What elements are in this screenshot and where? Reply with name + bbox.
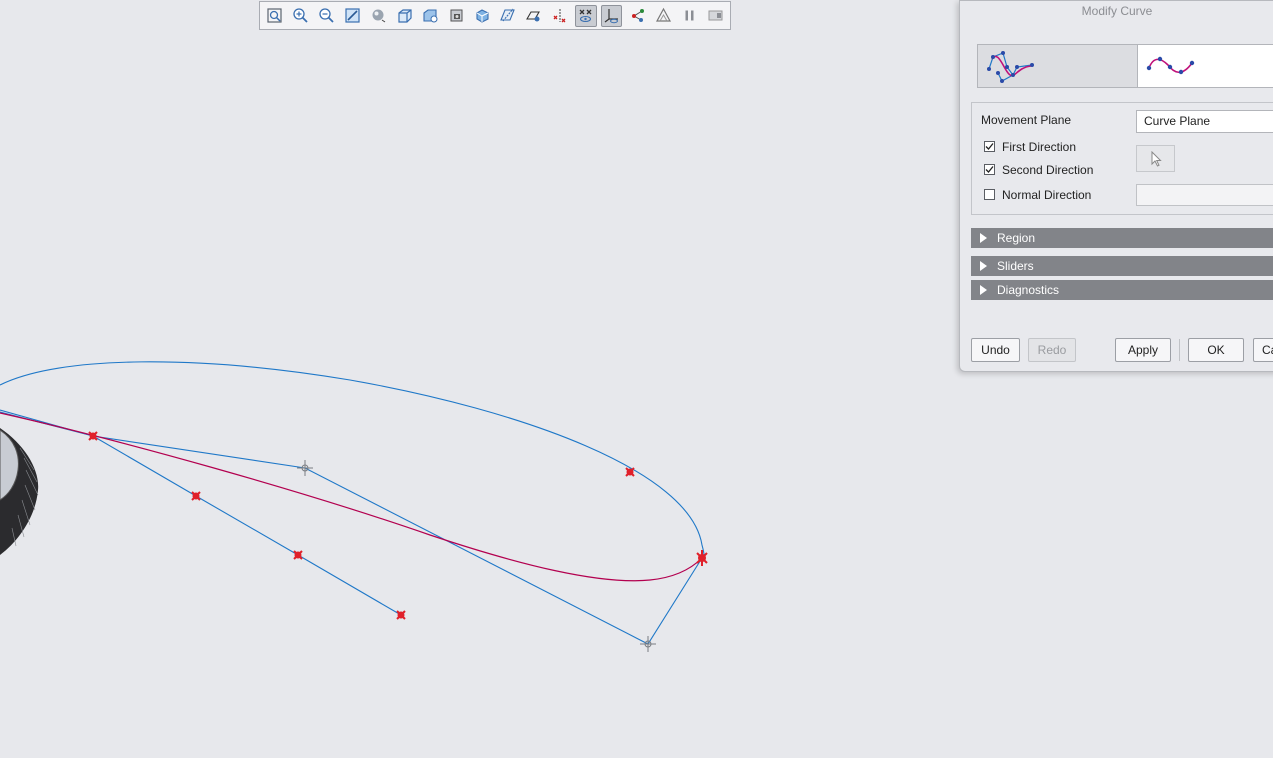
apply-button[interactable]: Apply (1115, 338, 1171, 362)
repaint-icon[interactable] (342, 5, 364, 27)
section-region[interactable]: Region (971, 228, 1273, 248)
mode-tabs (977, 44, 1273, 88)
normal-direction-field[interactable] (1136, 184, 1273, 206)
plane-display-icon[interactable] (497, 5, 519, 27)
saved-views-icon[interactable] (393, 5, 415, 27)
modified-curve[interactable] (0, 412, 703, 582)
select-reference-button[interactable] (1136, 145, 1175, 172)
interpolation-point[interactable] (625, 467, 635, 477)
second-direction-label: Second Direction (1002, 163, 1094, 177)
tab-control-polygon[interactable] (977, 44, 1139, 88)
control-polygon-upper[interactable] (0, 409, 703, 645)
movement-plane-select[interactable]: Curve Plane (1136, 110, 1273, 133)
section-region-label: Region (997, 231, 1036, 245)
movement-plane-label: Movement Plane (981, 113, 1072, 127)
control-point-crosshair[interactable] (640, 636, 656, 652)
interpolation-point[interactable] (293, 550, 303, 560)
cursor-arrow-icon (1151, 150, 1162, 167)
checkmark-icon (985, 166, 994, 173)
expand-arrow-icon (980, 285, 987, 295)
modify-curve-dialog: Modify Curve Movement Plane Curve Plane … (959, 0, 1273, 372)
annotation-display-icon[interactable] (626, 5, 648, 27)
control-polygon-lower[interactable] (0, 411, 402, 616)
blue-reference-curve[interactable] (0, 361, 705, 559)
first-direction-label: First Direction (1002, 140, 1077, 154)
simulation-display-icon[interactable] (652, 5, 674, 27)
spin-center-icon[interactable] (471, 5, 493, 27)
cancel-button[interactable]: Ca (1253, 338, 1273, 362)
zoom-in-icon[interactable] (290, 5, 312, 27)
second-direction-checkbox[interactable] (984, 164, 995, 175)
regenerate-icon[interactable] (704, 5, 726, 27)
ok-button[interactable]: OK (1188, 338, 1244, 362)
interpolation-points-icon (1147, 56, 1195, 75)
perspective-icon[interactable] (445, 5, 467, 27)
button-separator (1179, 339, 1180, 361)
point-display-icon[interactable] (549, 5, 571, 27)
dialog-title: Modify Curve (1081, 4, 1153, 18)
point-tag-display-icon[interactable] (574, 4, 597, 27)
refit-icon[interactable] (264, 5, 286, 27)
interpolation-point[interactable] (191, 491, 201, 501)
tab-interpolation-points[interactable] (1138, 44, 1273, 88)
expand-arrow-icon (980, 261, 987, 271)
section-sliders-label: Sliders (997, 259, 1034, 273)
tire-model (0, 428, 39, 555)
normal-direction-checkbox[interactable] (984, 189, 995, 200)
graphics-toolbar (259, 1, 731, 30)
checkmark-icon (985, 143, 994, 150)
control-point-crosshair[interactable] (297, 460, 313, 476)
expand-arrow-icon (980, 233, 987, 243)
display-style-icon[interactable] (368, 5, 390, 27)
interpolation-point[interactable] (88, 431, 98, 441)
pause-icon[interactable] (678, 5, 700, 27)
zoom-out-icon[interactable] (316, 5, 338, 27)
csys-display-icon[interactable] (600, 4, 623, 27)
undo-button[interactable]: Undo (971, 338, 1020, 362)
view-manager-icon[interactable] (419, 5, 441, 27)
section-diagnostics-label: Diagnostics (997, 283, 1060, 297)
interpolation-point[interactable] (396, 610, 406, 620)
section-diagnostics[interactable]: Diagnostics (971, 280, 1273, 300)
redo-button[interactable]: Redo (1028, 338, 1076, 362)
normal-direction-label: Normal Direction (1002, 188, 1092, 202)
axis-display-icon[interactable] (523, 5, 545, 27)
first-direction-checkbox[interactable] (984, 141, 995, 152)
control-polygon-icon (987, 51, 1034, 83)
section-sliders[interactable]: Sliders (971, 256, 1273, 276)
movement-options-group: Movement Plane Curve Plane First Directi… (971, 102, 1273, 215)
